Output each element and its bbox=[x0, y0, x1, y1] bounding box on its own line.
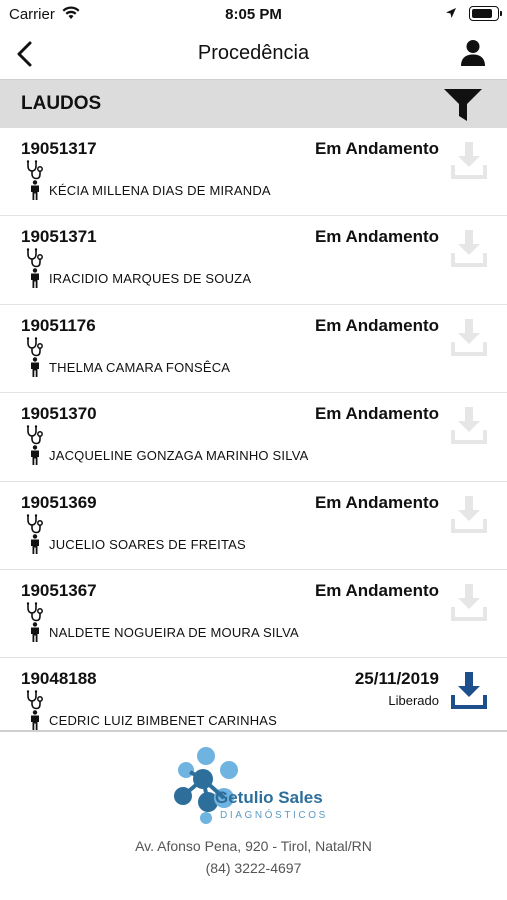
report-status: 25/11/2019 bbox=[354, 669, 439, 689]
nav-bar: Procedência bbox=[0, 30, 507, 79]
patient-name: NALDETE NOGUEIRA DE MOURA SILVA bbox=[49, 624, 299, 640]
patient-name: JACQUELINE GONZAGA MARINHO SILVA bbox=[49, 448, 309, 464]
patient-name: IRACIDIO MARQUES DE SOUZA bbox=[49, 271, 252, 287]
patient-name: KÉCIA MILLENA DIAS DE MIRANDA bbox=[49, 183, 271, 198]
person-icon bbox=[31, 268, 39, 289]
report-code: 19051176 bbox=[21, 315, 96, 335]
download-icon bbox=[451, 142, 487, 179]
report-row[interactable]: 19051176 Em Andamento THELMA CAMARA FONS… bbox=[0, 305, 507, 394]
stethoscope-icon bbox=[26, 513, 43, 533]
stethoscope-icon bbox=[26, 690, 43, 710]
report-row[interactable]: 19051317 Em Andamento KÉCIA MILLENA DIAS… bbox=[0, 128, 507, 217]
location-arrow-icon bbox=[446, 8, 456, 18]
download-icon bbox=[451, 495, 487, 533]
report-list: 19051317 Em Andamento KÉCIA MILLENA DIAS… bbox=[0, 128, 507, 730]
patient-name: JUCELIO SOARES DE FREITAS bbox=[49, 536, 246, 552]
report-code: 19051369 bbox=[21, 492, 97, 512]
report-row[interactable]: 19051369 Em Andamento JUCELIO SOARES DE … bbox=[0, 482, 507, 570]
report-code: 19048188 bbox=[21, 669, 97, 689]
patient-name: THELMA CAMARA FONSÊCA bbox=[49, 359, 231, 375]
report-row[interactable]: 19051370 Em Andamento JACQUELINE GONZAGA… bbox=[0, 393, 507, 482]
report-row[interactable]: 19051367 Em Andamento NALDETE NOGUEIRA D… bbox=[0, 570, 507, 659]
footer-address: Av. Afonso Pena, 920 - Tirol, Natal/RN bbox=[135, 838, 372, 854]
battery-icon bbox=[469, 6, 502, 21]
section-header: LAUDOS bbox=[0, 79, 507, 128]
battery-fill bbox=[472, 9, 492, 18]
brand-tagline: DIAGNÓSTICOS bbox=[220, 810, 328, 821]
report-code: 19051367 bbox=[21, 580, 97, 600]
section-title: LAUDOS bbox=[21, 93, 102, 114]
person-icon bbox=[31, 622, 39, 642]
stethoscope-icon bbox=[26, 425, 43, 445]
person-icon bbox=[31, 710, 39, 730]
download-icon bbox=[451, 230, 487, 268]
download-icon bbox=[451, 318, 487, 356]
person-icon bbox=[31, 180, 39, 200]
footer-phone[interactable]: (84) 3222-4697 bbox=[0, 860, 507, 876]
status-bar: Carrier 8:05 PM bbox=[0, 0, 507, 30]
person-icon bbox=[31, 445, 39, 466]
report-code: 19051370 bbox=[21, 404, 97, 424]
stethoscope-icon bbox=[26, 337, 43, 357]
report-status: Em Andamento bbox=[314, 404, 439, 424]
report-status: Em Andamento bbox=[314, 315, 439, 335]
patient-name: CEDRIC LUIZ BIMBENET CARINHAS bbox=[49, 713, 278, 729]
person-icon bbox=[31, 533, 39, 554]
stethoscope-icon bbox=[26, 160, 43, 180]
stethoscope-icon bbox=[26, 248, 43, 268]
brand-name: Getulio Sales bbox=[215, 788, 323, 807]
report-row[interactable]: 19048188 25/11/2019 Liberado CEDRIC LUIZ… bbox=[0, 658, 507, 730]
filter-icon[interactable] bbox=[443, 87, 483, 123]
report-status: Em Andamento bbox=[314, 227, 439, 247]
page-title: Procedência bbox=[197, 42, 310, 64]
user-icon[interactable] bbox=[459, 39, 487, 67]
report-status: Em Andamento bbox=[314, 139, 439, 158]
stethoscope-icon bbox=[26, 602, 43, 622]
report-status: Em Andamento bbox=[314, 492, 439, 512]
report-row[interactable]: 19051371 Em Andamento IRACIDIO MARQUES D… bbox=[0, 216, 507, 305]
report-code: 19051371 bbox=[21, 227, 97, 247]
report-code: 19051317 bbox=[21, 139, 97, 158]
footer: Getulio Sales DIAGNÓSTICOS Av. Afonso Pe… bbox=[0, 730, 507, 900]
status-time: 8:05 PM bbox=[225, 6, 282, 23]
report-substatus: Liberado bbox=[388, 693, 439, 709]
download-icon[interactable] bbox=[451, 670, 487, 710]
download-icon bbox=[451, 407, 487, 445]
person-icon bbox=[31, 356, 39, 377]
download-icon bbox=[451, 583, 487, 621]
report-status: Em Andamento bbox=[314, 580, 439, 600]
